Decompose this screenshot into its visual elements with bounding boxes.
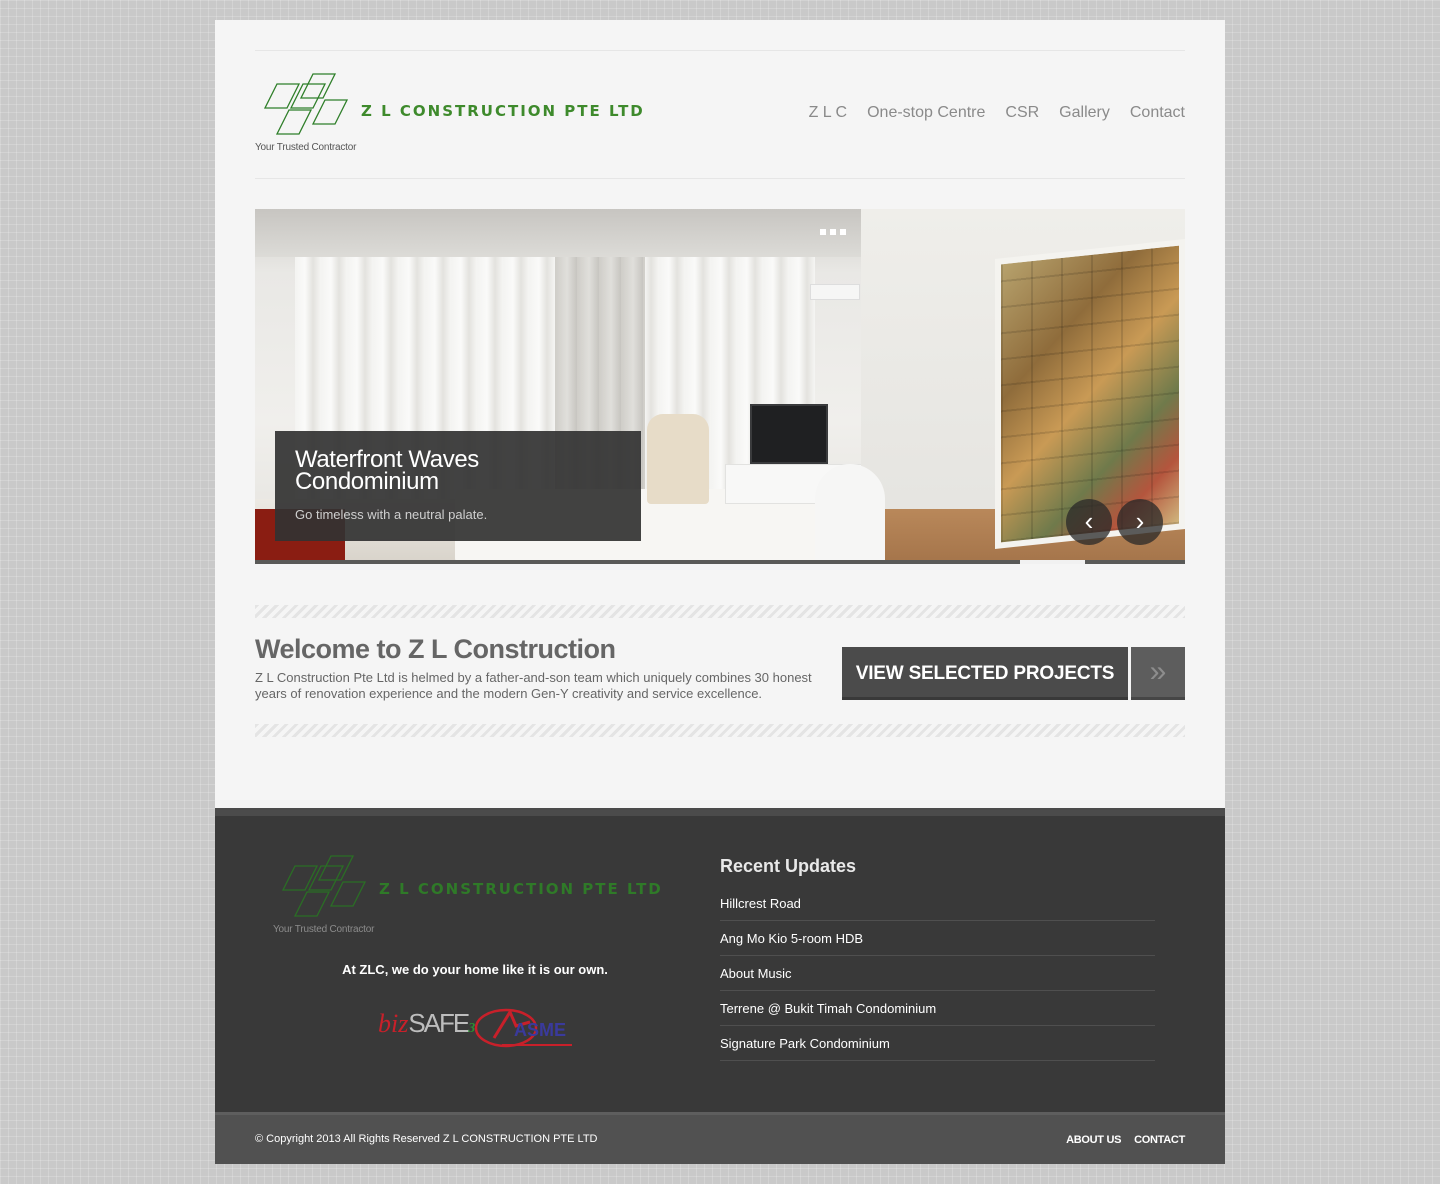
list-item[interactable]: About Music bbox=[720, 956, 1155, 991]
footer-motto: At ZLC, we do your home like it is our o… bbox=[342, 962, 608, 977]
welcome-text: Z L Construction Pte Ltd is helmed by a … bbox=[255, 670, 812, 701]
header-divider-bottom bbox=[255, 178, 1185, 179]
double-chevron-right-icon: » bbox=[1131, 647, 1185, 700]
list-item[interactable]: Ang Mo Kio 5-room HDB bbox=[720, 921, 1155, 956]
footer-link-about-us[interactable]: ABOUT US bbox=[1066, 1134, 1121, 1146]
footer-logo[interactable]: Z L CONSTRUCTION PTE LTD Your Trusted Co… bbox=[273, 854, 693, 944]
header-divider-top bbox=[255, 50, 1185, 51]
logo-tagline: Your Trusted Contractor bbox=[255, 142, 357, 153]
decorative-stripe-bottom bbox=[255, 724, 1185, 737]
copyright-text: © Copyright 2013 All Rights Reserved Z L… bbox=[255, 1133, 598, 1145]
recent-updates-list: Hillcrest Road Ang Mo Kio 5-room HDB Abo… bbox=[720, 886, 1155, 1061]
logo-diamonds-icon bbox=[263, 73, 349, 135]
slide-caption-text: Go timeless with a neutral palate. bbox=[295, 507, 488, 522]
hero-slider[interactable]: Waterfront Waves Condominium Go timeless… bbox=[255, 209, 1185, 564]
footer-logo-tagline: Your Trusted Contractor bbox=[273, 924, 375, 935]
nav-item-csr[interactable]: CSR bbox=[1005, 104, 1039, 122]
list-item[interactable]: Signature Park Condominium bbox=[720, 1026, 1155, 1061]
site-logo[interactable]: Z L CONSTRUCTION PTE LTD Your Trusted Co… bbox=[255, 72, 655, 162]
welcome-heading: Welcome to Z L Construction bbox=[255, 634, 616, 664]
footer: Z L CONSTRUCTION PTE LTD Your Trusted Co… bbox=[215, 808, 1225, 1112]
certification-badges: bizSAFE3 ASME bbox=[378, 1000, 578, 1060]
nav-item-zlc[interactable]: Z L C bbox=[809, 104, 848, 122]
cta-label: VIEW SELECTED PROJECTS bbox=[842, 647, 1128, 700]
slide-caption-title: Waterfront Waves Condominium bbox=[295, 446, 479, 495]
bizsafe-logo: bizSAFE3 bbox=[378, 1008, 476, 1038]
page-container: Z L CONSTRUCTION PTE LTD Your Trusted Co… bbox=[215, 20, 1225, 1164]
slider-progress-bar bbox=[255, 560, 1185, 564]
list-item[interactable]: Terrene @ Bukit Timah Condominium bbox=[720, 991, 1155, 1026]
list-item[interactable]: Hillcrest Road bbox=[720, 886, 1155, 921]
main-nav: Z L C One-stop Centre CSR Gallery Contac… bbox=[809, 104, 1185, 122]
footer-logo-company-name: Z L CONSTRUCTION PTE LTD bbox=[379, 880, 663, 898]
decorative-stripe-top bbox=[255, 605, 1185, 618]
nav-item-contact[interactable]: Contact bbox=[1130, 104, 1185, 122]
footer-nav: ABOUT US CONTACT bbox=[1066, 1134, 1185, 1146]
slide-caption: Waterfront Waves Condominium Go timeless… bbox=[275, 431, 641, 541]
view-selected-projects-button[interactable]: VIEW SELECTED PROJECTS » bbox=[842, 647, 1185, 700]
logo-company-name: Z L CONSTRUCTION PTE LTD bbox=[361, 102, 645, 120]
slider-next-button[interactable]: › bbox=[1117, 499, 1163, 545]
footer-logo-diamonds-icon bbox=[281, 855, 367, 917]
svg-text:ASME: ASME bbox=[514, 1020, 566, 1040]
footer-link-contact[interactable]: CONTACT bbox=[1134, 1134, 1185, 1146]
nav-item-gallery[interactable]: Gallery bbox=[1059, 104, 1110, 122]
slider-prev-button[interactable]: ‹ bbox=[1066, 499, 1112, 545]
asme-logo: ASME bbox=[474, 1008, 572, 1048]
nav-item-one-stop-centre[interactable]: One-stop Centre bbox=[867, 104, 985, 122]
recent-updates-heading: Recent Updates bbox=[720, 856, 857, 876]
copyright-bar: © Copyright 2013 All Rights Reserved Z L… bbox=[215, 1112, 1225, 1164]
